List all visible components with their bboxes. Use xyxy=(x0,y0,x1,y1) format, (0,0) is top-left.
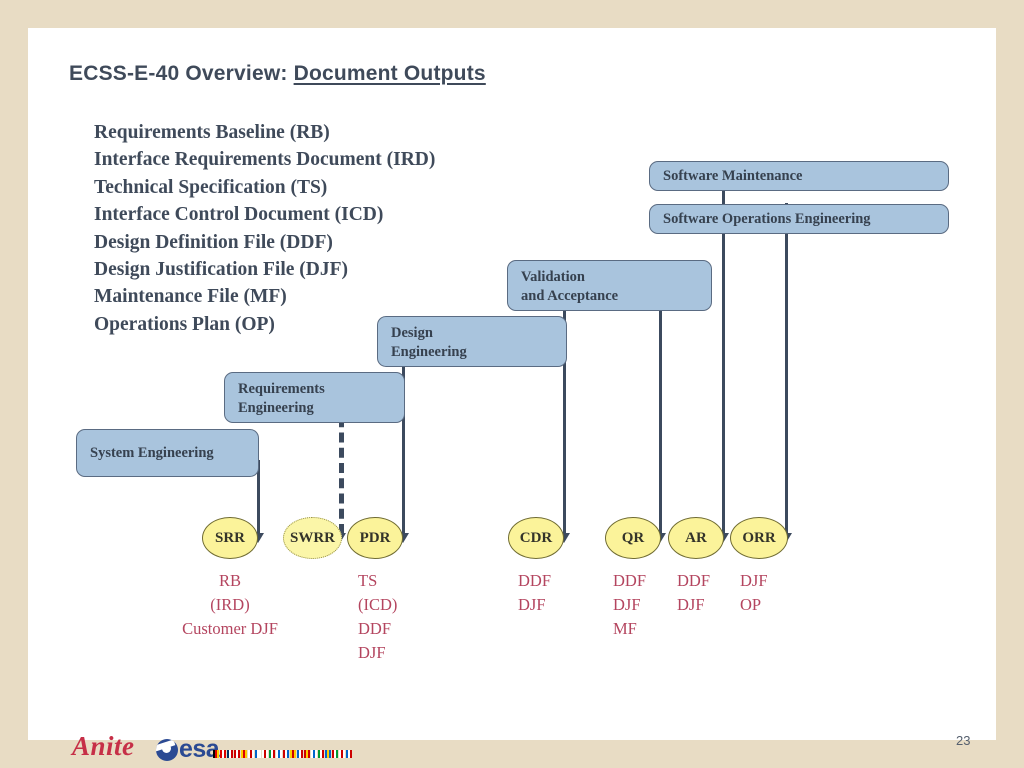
process-box-label: System Engineering xyxy=(90,444,214,461)
list-item: Design Definition File (DDF) xyxy=(94,231,333,253)
milestone-swrr[interactable]: SWRR xyxy=(283,517,342,559)
member-state-flag xyxy=(318,750,324,758)
member-state-flag xyxy=(213,750,219,758)
page-number: 23 xyxy=(956,733,971,748)
process-box-software-operations-engineering[interactable]: Software Operations Engineering xyxy=(649,204,949,234)
outputs-orr: DJF OP xyxy=(740,571,768,614)
milestone-srr[interactable]: SRR xyxy=(202,517,258,559)
esa-logo: esa xyxy=(156,737,220,762)
outputs-srr: RB (IRD) Customer DJF xyxy=(182,571,278,638)
member-state-flag xyxy=(346,750,352,758)
member-state-flag xyxy=(276,750,282,758)
member-state-flag xyxy=(332,750,338,758)
member-state-flag xyxy=(339,750,345,758)
document-outputs-list: Requirements Baseline (RB) Interface Req… xyxy=(94,119,435,338)
esa-member-flags xyxy=(213,750,352,758)
member-state-flag xyxy=(241,750,247,758)
connector-maintenance-to-ar xyxy=(722,191,725,536)
slide-frame: ECSS-E-40 Overview: Document Outputs Req… xyxy=(0,0,1024,768)
process-box-label: Software Operations Engineering xyxy=(663,210,871,227)
list-item: Requirements Baseline (RB) xyxy=(94,122,330,143)
process-box-design-engineering[interactable]: Design Engineering xyxy=(377,316,567,367)
anite-logo: Anite xyxy=(72,731,135,761)
page-title-underlined: Document Outputs xyxy=(293,62,486,85)
list-item: Technical Specification (TS) xyxy=(94,176,328,198)
member-state-flag xyxy=(325,750,331,758)
member-state-flag xyxy=(220,750,226,758)
member-state-flag xyxy=(248,750,254,758)
process-box-system-engineering[interactable]: System Engineering xyxy=(76,429,259,477)
member-state-flag xyxy=(297,750,303,758)
esa-globe-icon xyxy=(156,739,178,761)
member-state-flag xyxy=(311,750,317,758)
member-state-flag xyxy=(283,750,289,758)
outputs-pdr: TS (ICD) DDF DJF xyxy=(358,571,398,662)
member-state-flag xyxy=(304,750,310,758)
connector-validation-to-qr xyxy=(659,290,662,536)
list-item: Interface Requirements Document (IRD) xyxy=(94,149,436,171)
outputs-cdr: DDF DJF xyxy=(518,571,552,614)
member-state-flag xyxy=(227,750,233,758)
process-box-requirements-engineering[interactable]: Requirements Engineering xyxy=(224,372,405,423)
milestone-cdr[interactable]: CDR xyxy=(508,517,564,559)
member-state-flag xyxy=(255,750,261,758)
milestone-pdr[interactable]: PDR xyxy=(347,517,403,559)
process-box-label: Software Maintenance xyxy=(663,167,803,184)
milestone-orr[interactable]: ORR xyxy=(730,517,788,559)
process-box-software-maintenance[interactable]: Software Maintenance xyxy=(649,161,949,191)
member-state-flag xyxy=(269,750,275,758)
slide-canvas: ECSS-E-40 Overview: Document Outputs Req… xyxy=(28,28,996,762)
list-item: Maintenance File (MF) xyxy=(94,286,287,308)
milestone-qr[interactable]: QR xyxy=(605,517,661,559)
connector-operations-to-orr xyxy=(785,203,788,536)
member-state-flag xyxy=(234,750,240,758)
member-state-flag xyxy=(262,750,268,758)
page-title-main: ECSS-E-40 Overview: xyxy=(69,62,294,85)
page-title: ECSS-E-40 Overview: Document Outputs xyxy=(69,62,486,86)
process-box-validation-and-acceptance[interactable]: Validation and Acceptance xyxy=(507,260,712,311)
list-item: Interface Control Document (ICD) xyxy=(94,204,384,226)
list-item: Design Justification File (DJF) xyxy=(94,259,349,281)
member-state-flag xyxy=(290,750,296,758)
milestone-ar[interactable]: AR xyxy=(668,517,724,559)
outputs-ar: DDF DJF xyxy=(677,571,711,614)
outputs-qr: DDF DJF MF xyxy=(613,571,647,638)
